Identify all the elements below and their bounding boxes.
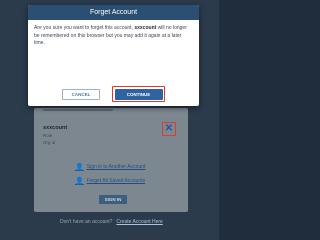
sign-in-another-account-link[interactable]: 👤 Sign in to Another Account	[75, 163, 145, 171]
sign-in-button[interactable]: SIGN IN	[99, 195, 127, 204]
user-add-icon: 👤	[75, 164, 84, 171]
message-pre: Are you sure you want to forget this acc…	[34, 25, 135, 31]
sign-in-another-account-label: Sign in to Another Account	[86, 164, 146, 170]
forget-account-x-icon[interactable]: ✕	[162, 122, 176, 136]
account-role: Role	[43, 133, 53, 138]
footer-text: Don't have an account?	[60, 219, 113, 225]
user-remove-icon: 👤	[75, 178, 84, 185]
dialog-title: Forget Account	[28, 5, 199, 20]
saved-account-row-2[interactable]: sxxcount Role Org id	[43, 125, 153, 145]
continue-button[interactable]: CONTINUE	[114, 88, 163, 100]
account-org-id: Org id	[43, 140, 56, 145]
forget-all-accounts-label: Forget All Saved Accounts	[86, 178, 146, 184]
dialog-message: Are you sure you want to forget this acc…	[28, 20, 199, 48]
dialog-actions: CANCEL CONTINUE	[28, 86, 199, 102]
create-account-link[interactable]: Create Account Here	[116, 219, 162, 225]
account-name: sxxcount	[43, 125, 68, 131]
cancel-button[interactable]: CANCEL	[62, 88, 100, 100]
forget-account-dialog: Forget Account Are you sure you want to …	[28, 5, 199, 106]
footer: Don't have an account? Create Account He…	[60, 219, 163, 225]
forget-all-accounts-link[interactable]: 👤 Forget All Saved Accounts	[75, 177, 145, 185]
continue-highlight: CONTINUE	[112, 86, 165, 102]
message-account: sxxcount	[134, 25, 157, 31]
divider	[43, 109, 113, 111]
